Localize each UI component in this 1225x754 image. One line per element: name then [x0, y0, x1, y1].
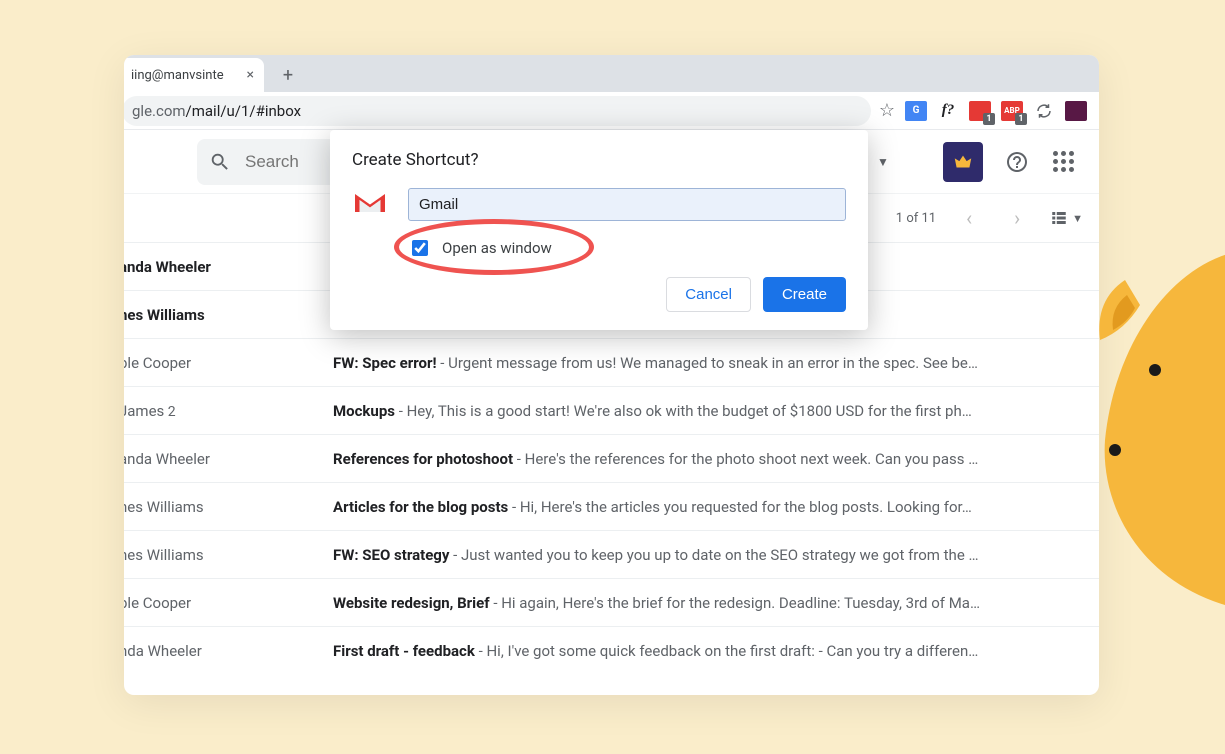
premium-badge[interactable]	[943, 142, 983, 182]
browser-tab-title: iing@manvsinte	[131, 68, 247, 83]
pagination-label: 1 of 11	[896, 211, 936, 226]
mail-sender: James 2	[124, 402, 333, 420]
create-button[interactable]: Create	[763, 277, 846, 312]
extension-badge: 1	[983, 113, 995, 125]
mail-snippet: Hey, This is a good start! We're also ok…	[407, 402, 972, 420]
mail-row[interactable]: nes WilliamsArticles for the blog posts …	[124, 482, 1099, 530]
open-as-window-checkbox[interactable]	[412, 240, 428, 256]
mail-snippet: Here's the references for the photo shoo…	[525, 450, 979, 468]
extension-adblock-icon[interactable]: ABP 1	[1001, 101, 1023, 121]
mail-snippet: Hi, Here's the articles you requested fo…	[520, 498, 972, 516]
density-toggle[interactable]: ▼	[1050, 209, 1083, 227]
url-box[interactable]: gle.com/mail/u/1/#inbox	[124, 96, 871, 126]
extension-whatfont-icon[interactable]: f?	[937, 101, 959, 121]
url-path: /mail/u/1/#inbox	[186, 102, 302, 120]
thread-count: 2	[164, 404, 175, 420]
mail-sender: ble Cooper	[124, 354, 333, 372]
mail-row[interactable]: anda WheelerReferences for photoshoot - …	[124, 434, 1099, 482]
help-icon	[1005, 150, 1029, 174]
mail-subject-line: Mockups - Hey, This is a good start! We'…	[333, 402, 1085, 420]
mail-subject: Website redesign, Brief	[333, 594, 490, 612]
extension-other-icon[interactable]	[1065, 101, 1087, 121]
url-host-fragment: gle.com	[132, 102, 186, 120]
search-dropdown-icon[interactable]: ▼	[877, 155, 889, 169]
mail-sender: ble Cooper	[124, 594, 333, 612]
open-as-window-label[interactable]: Open as window	[442, 239, 552, 257]
mail-row[interactable]: nes WilliamsFW: SEO strategy - Just want…	[124, 530, 1099, 578]
bookmark-star-icon[interactable]: ☆	[879, 100, 895, 121]
mail-subject: First draft - feedback	[333, 642, 475, 660]
mail-subject-line: FW: Spec error! - Urgent message from us…	[333, 354, 1085, 372]
extension-recorder-icon[interactable]: 1	[969, 101, 991, 121]
mail-subject: Articles for the blog posts	[333, 498, 508, 516]
mail-sender: nda Wheeler	[124, 642, 333, 660]
mail-sender: nes Williams	[124, 306, 333, 324]
extension-translate-icon[interactable]: G	[905, 101, 927, 121]
extension-sync-icon[interactable]	[1033, 101, 1055, 121]
shortcut-name-input[interactable]	[408, 188, 846, 221]
mascot-illustration	[1085, 250, 1225, 610]
mail-sender: anda Wheeler	[124, 450, 333, 468]
apps-grid-icon	[1053, 151, 1074, 172]
mail-subject-line: References for photoshoot - Here's the r…	[333, 450, 1085, 468]
mail-sender: nes Williams	[124, 498, 333, 516]
mail-row[interactable]: James 2Mockups - Hey, This is a good sta…	[124, 386, 1099, 434]
mail-subject: Mockups	[333, 402, 395, 420]
newer-button[interactable]: ‹	[954, 206, 984, 230]
tab-strip: iing@manvsinte × +	[124, 55, 1099, 92]
mail-subject: FW: Spec error!	[333, 354, 437, 372]
crown-icon	[952, 151, 974, 173]
mail-row[interactable]: nda WheelerFirst draft - feedback - Hi, …	[124, 626, 1099, 674]
browser-window: iing@manvsinte × + gle.com/mail/u/1/#inb…	[124, 55, 1099, 695]
gmail-logo-icon	[352, 189, 388, 221]
mail-snippet: Hi, I've got some quick feedback on the …	[486, 642, 978, 660]
mail-snippet: Hi again, Here's the brief for the redes…	[501, 594, 980, 612]
help-button[interactable]	[997, 142, 1037, 182]
mail-row[interactable]: ble CooperWebsite redesign, Brief - Hi a…	[124, 578, 1099, 626]
new-tab-button[interactable]: +	[274, 61, 302, 89]
older-button[interactable]: ›	[1002, 206, 1032, 230]
mail-subject-line: First draft - feedback - Hi, I've got so…	[333, 642, 1085, 660]
mail-snippet: Urgent message from us! We managed to sn…	[448, 354, 978, 372]
close-tab-icon[interactable]: ×	[247, 67, 254, 83]
dialog-title: Create Shortcut?	[352, 150, 846, 170]
google-apps-button[interactable]	[1043, 142, 1083, 182]
mail-subject: FW: SEO strategy	[333, 546, 449, 564]
address-bar: gle.com/mail/u/1/#inbox ☆ G f? 1 ABP 1	[124, 92, 1099, 130]
mail-subject-line: Website redesign, Brief - Hi again, Here…	[333, 594, 1085, 612]
mail-snippet: Just wanted you to keep you up to date o…	[461, 546, 979, 564]
mail-row[interactable]: ble CooperFW: Spec error! - Urgent messa…	[124, 338, 1099, 386]
mail-subject-line: Articles for the blog posts - Hi, Here's…	[333, 498, 1085, 516]
mail-sender: anda Wheeler	[124, 258, 333, 276]
density-icon	[1050, 209, 1068, 227]
url-actions: ☆ G f? 1 ABP 1	[871, 100, 1091, 121]
browser-tab[interactable]: iing@manvsinte ×	[124, 58, 264, 92]
mail-subject: References for photoshoot	[333, 450, 513, 468]
create-shortcut-dialog: Create Shortcut? Open as window Cancel C…	[330, 130, 868, 330]
search-icon	[209, 151, 231, 173]
mail-sender: nes Williams	[124, 546, 333, 564]
mail-subject-line: FW: SEO strategy - Just wanted you to ke…	[333, 546, 1085, 564]
extension-badge: 1	[1015, 113, 1027, 125]
cancel-button[interactable]: Cancel	[666, 277, 751, 312]
